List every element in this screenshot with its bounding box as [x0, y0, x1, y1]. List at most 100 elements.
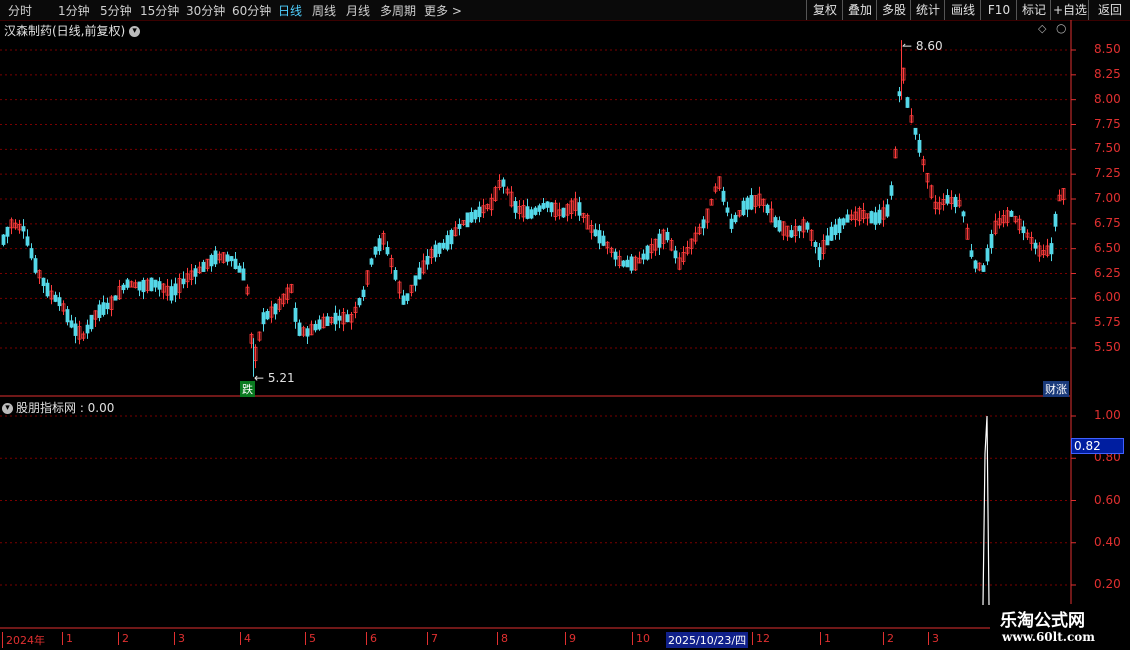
candle-body	[753, 195, 758, 207]
candle-body	[557, 209, 562, 216]
diamond-icon[interactable]: ◇	[1038, 22, 1046, 35]
down-badge[interactable]: 跌	[240, 381, 255, 397]
period-15min[interactable]: 15分钟	[140, 2, 179, 19]
candle-body	[965, 227, 970, 240]
candle-body	[717, 176, 722, 189]
candle-body	[933, 201, 938, 210]
candle-body	[549, 202, 554, 213]
mark-button[interactable]: 标记	[1016, 0, 1051, 20]
candle-body	[945, 195, 950, 204]
candle-body	[341, 312, 346, 325]
candle-body	[237, 265, 242, 273]
candle-body	[281, 293, 286, 305]
candle-body	[993, 220, 998, 234]
candle-body	[1037, 245, 1042, 257]
caizhang-badge[interactable]: 财涨	[1043, 381, 1069, 397]
candle-body	[497, 180, 502, 188]
price-tick-label: 5.50	[1094, 340, 1121, 354]
time-axis-label: 4	[240, 632, 251, 645]
multi-stock-button[interactable]: 多股	[876, 0, 911, 20]
chevron-down-icon[interactable]: ▾	[2, 403, 13, 414]
candle-body	[169, 286, 174, 301]
back-button[interactable]: 返回	[1088, 0, 1130, 20]
candle-body	[789, 230, 794, 238]
candle-body	[1049, 243, 1054, 255]
candle-body	[677, 257, 682, 270]
chevron-down-icon[interactable]: ▾	[129, 26, 141, 37]
candle-body	[313, 323, 318, 331]
candle-body	[477, 206, 482, 218]
candle-body	[61, 303, 66, 312]
period-60min[interactable]: 60分钟	[232, 2, 271, 19]
candle-body	[621, 260, 626, 267]
candle-body	[641, 253, 646, 260]
f10-button[interactable]: F10	[980, 0, 1017, 20]
watermark-line2: www.60lt.com	[1002, 630, 1095, 644]
candle-body	[713, 186, 718, 192]
candle-body	[681, 252, 686, 262]
candle-body	[545, 201, 550, 208]
draw-line-button[interactable]: 画线	[944, 0, 981, 20]
candle-body	[877, 209, 882, 224]
candle-body	[673, 250, 678, 259]
candle-body	[1053, 213, 1058, 227]
candle-body	[605, 241, 610, 249]
candle-body	[29, 248, 34, 259]
period-fenshi[interactable]: 分时	[8, 2, 32, 19]
candle-body	[413, 275, 418, 286]
period-weekly[interactable]: 周线	[312, 2, 336, 19]
candle-body	[809, 229, 814, 241]
time-axis-label: 5	[305, 632, 316, 645]
candle-body	[997, 218, 1002, 226]
candle-body	[949, 197, 954, 205]
candle-body	[201, 261, 206, 272]
candle-body	[817, 247, 822, 261]
candle-body	[221, 252, 226, 263]
candle-body	[1005, 210, 1010, 223]
stats-button[interactable]: 统计	[910, 0, 945, 20]
candle-body	[765, 204, 770, 214]
candle-body	[509, 191, 514, 207]
circle-icon[interactable]: ○	[1056, 21, 1066, 35]
time-axis-label: 8	[497, 632, 508, 645]
indicator-line	[982, 415, 990, 606]
candle-body	[453, 227, 458, 237]
overlay-button[interactable]: 叠加	[842, 0, 877, 20]
candle-body	[541, 203, 546, 209]
candle-body	[585, 214, 590, 230]
period-30min[interactable]: 30分钟	[186, 2, 225, 19]
candle-body	[517, 206, 522, 214]
time-axis-label: 1	[62, 632, 73, 645]
candle-body	[861, 210, 866, 220]
period-5min[interactable]: 5分钟	[100, 2, 132, 19]
candle-body	[705, 208, 710, 223]
stock-title[interactable]: 汉森制药(日线,前复权) ▾	[4, 22, 141, 39]
candle-body	[361, 289, 366, 298]
add-watchlist-button[interactable]: +自选	[1050, 0, 1089, 20]
period-multi[interactable]: 多周期	[380, 2, 416, 19]
candle-body	[153, 279, 158, 288]
candle-body	[485, 204, 490, 210]
candle-body	[893, 148, 898, 159]
period-more[interactable]: 更多 >	[424, 2, 462, 19]
candle-body	[721, 190, 726, 202]
candle-body	[213, 250, 218, 265]
candle-body	[805, 222, 810, 230]
watermark-line1: 乐淘公式网	[1000, 611, 1085, 631]
candle-body	[501, 179, 506, 187]
candle-body	[929, 185, 934, 198]
candle-body	[429, 249, 434, 259]
kline-chart[interactable]	[0, 0, 1130, 650]
candle-body	[349, 313, 354, 323]
time-axis-label: 2024年	[2, 632, 45, 648]
period-daily[interactable]: 日线	[278, 2, 302, 19]
candle-body	[593, 229, 598, 237]
candle-body	[489, 197, 494, 211]
period-monthly[interactable]: 月线	[346, 2, 370, 19]
indicator-title[interactable]: ▾ 股朋指标网 : 0.00	[2, 399, 114, 416]
period-1min[interactable]: 1分钟	[58, 2, 90, 19]
candle-body	[617, 255, 622, 266]
candle-body	[797, 225, 802, 232]
fuquan-button[interactable]: 复权	[806, 0, 843, 20]
candle-body	[925, 172, 930, 183]
